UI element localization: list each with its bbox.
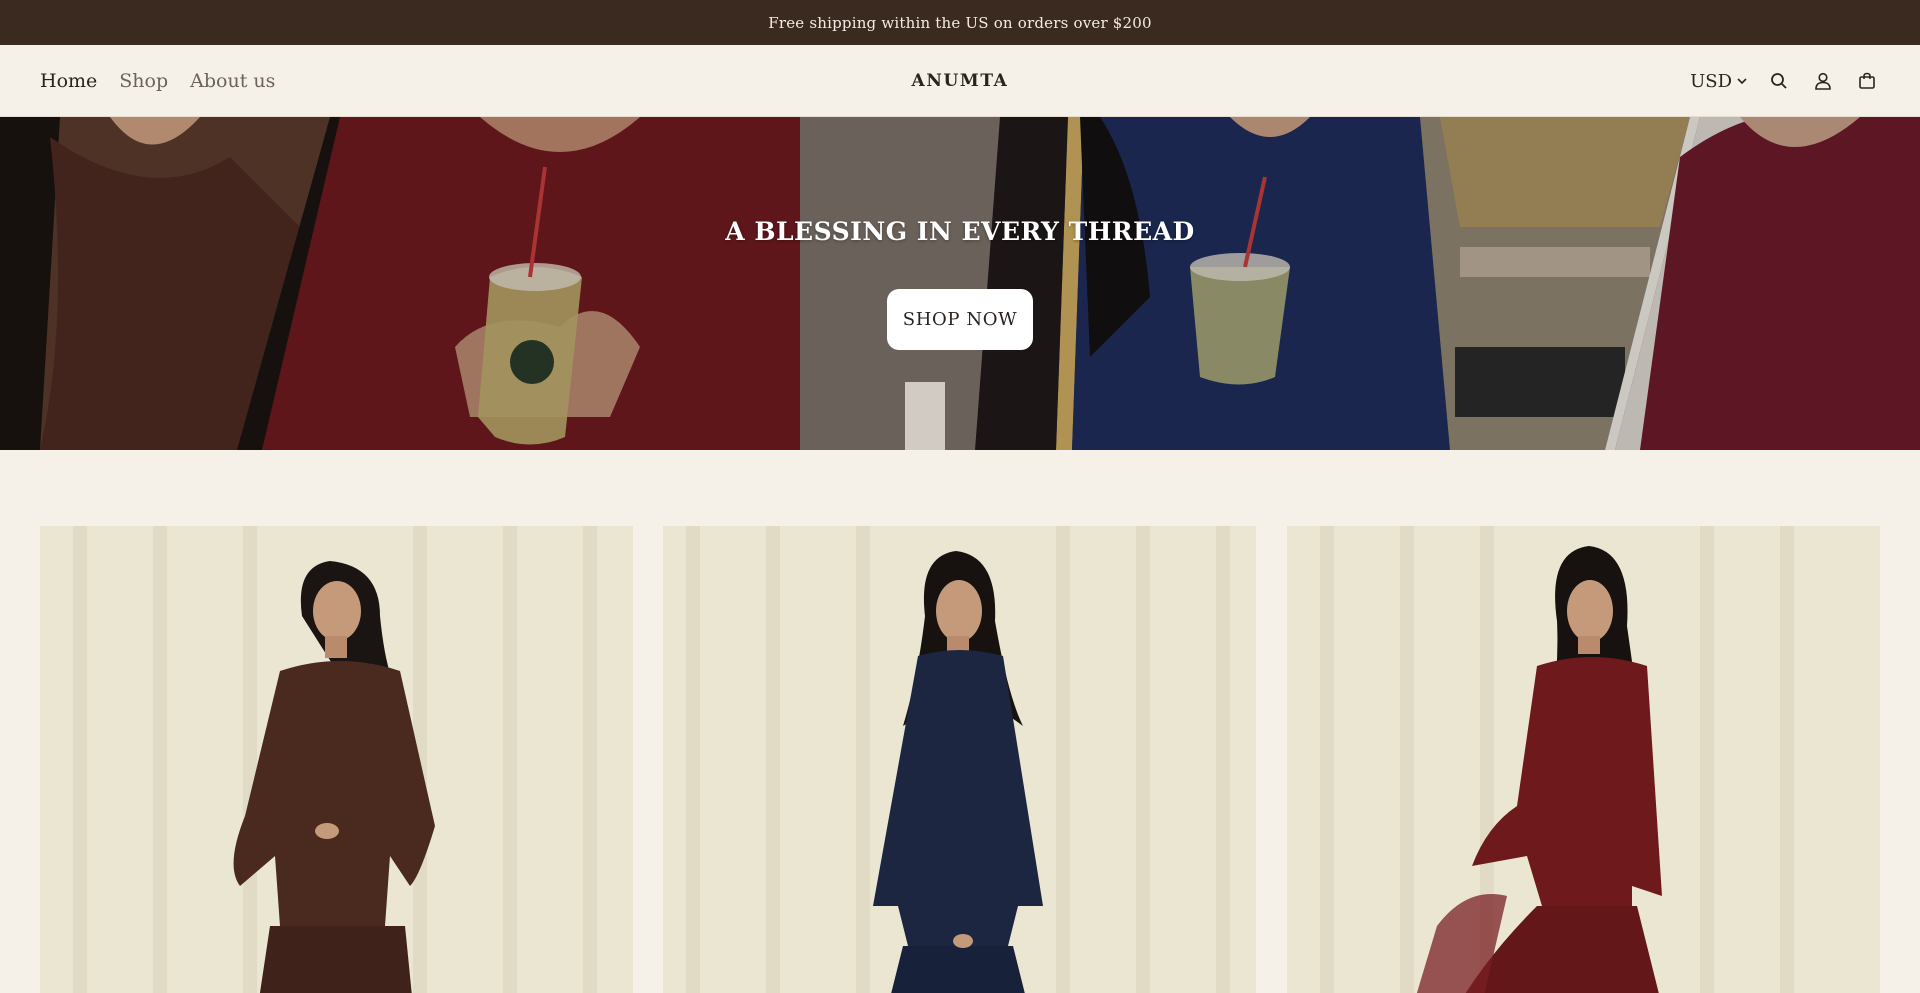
shop-now-button[interactable]: SHOP NOW [887, 289, 1033, 350]
chevron-down-icon [1736, 71, 1748, 92]
nav-about-link[interactable]: About us [190, 70, 275, 92]
hero-banner: A BLESSING IN EVERY THREAD SHOP NOW [0, 117, 1920, 450]
header-tools: USD [1690, 45, 1880, 117]
brand-wrapper: ANUMTA [0, 45, 1920, 117]
announcement-text: Free shipping within the US on orders ov… [768, 13, 1152, 32]
brand-logo[interactable]: ANUMTA [912, 71, 1009, 91]
site-header: Home Shop About us ANUMTA USD [0, 45, 1920, 117]
product-image-1 [40, 526, 633, 993]
product-card-3[interactable] [1287, 526, 1880, 993]
main-nav: Home Shop About us [40, 45, 275, 117]
product-card-1[interactable] [40, 526, 633, 993]
product-grid [40, 526, 1880, 993]
product-image-3 [1287, 526, 1880, 993]
hero-title: A BLESSING IN EVERY THREAD [725, 217, 1195, 246]
search-icon[interactable] [1766, 68, 1792, 94]
nav-shop-link[interactable]: Shop [119, 70, 168, 92]
currency-selector[interactable]: USD [1690, 71, 1748, 92]
cart-icon[interactable] [1854, 68, 1880, 94]
product-card-2[interactable] [663, 526, 1256, 993]
nav-home-link[interactable]: Home [40, 70, 97, 92]
product-image-2 [663, 526, 1256, 993]
hero-overlay [0, 117, 1920, 450]
announcement-bar: Free shipping within the US on orders ov… [0, 0, 1920, 45]
currency-label: USD [1690, 70, 1732, 92]
account-icon[interactable] [1810, 68, 1836, 94]
